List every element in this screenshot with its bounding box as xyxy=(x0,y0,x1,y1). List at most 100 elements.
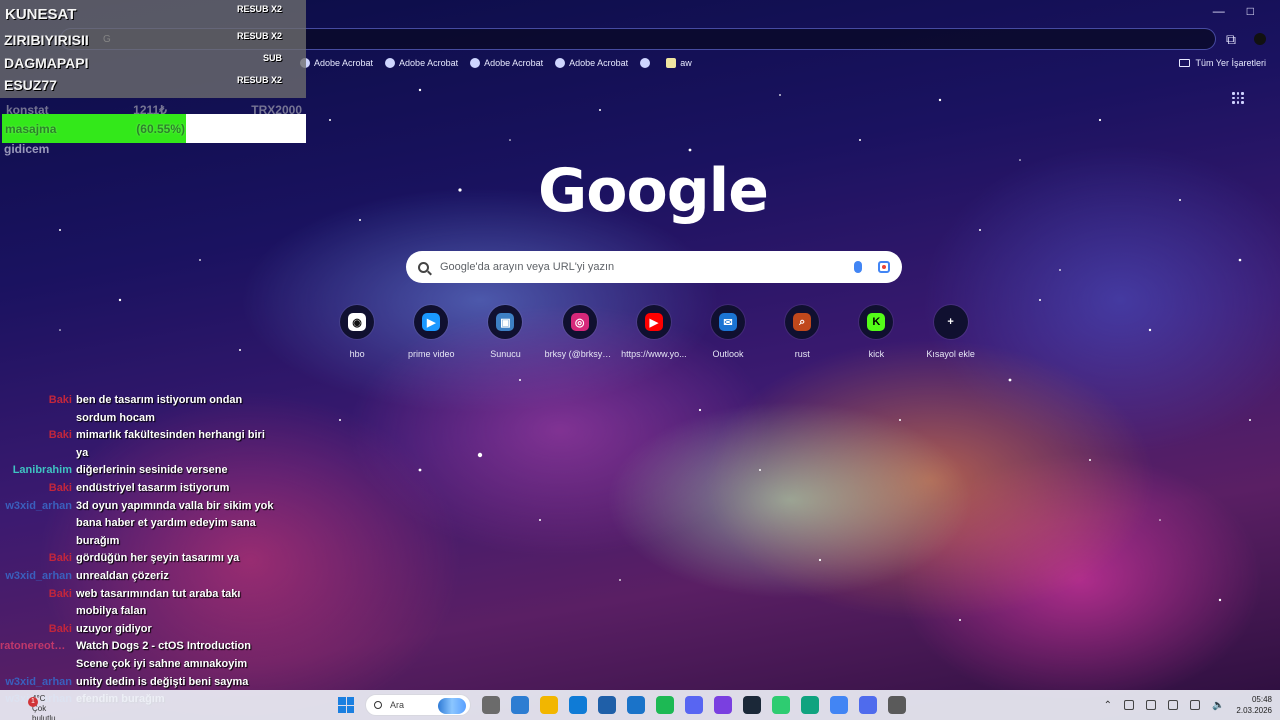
sub-alert-row: ZIRIBIYIRISII RESUB X2 xyxy=(0,30,296,50)
chat-message: w3xid_arhan 3d oyun yapımında valla bir s… xyxy=(0,498,280,551)
chat-message: Lanibrahim diğerlerinin sesinide versene xyxy=(0,462,280,480)
plus-icon: + xyxy=(941,313,960,331)
shortcut-tile[interactable]: + Kısayol ekle xyxy=(914,305,988,359)
window-controls: — □ xyxy=(1213,0,1280,22)
globe-icon xyxy=(555,58,566,68)
bookmark-label: Adobe Acrobat xyxy=(399,58,459,68)
shortcut-tile[interactable]: ⌕ rust xyxy=(765,305,839,359)
taskbar-app-icon[interactable] xyxy=(656,696,674,714)
globe-icon xyxy=(640,58,651,68)
all-bookmarks[interactable]: Tüm Yer İşaretleri xyxy=(1179,54,1266,72)
taskbar: 1 4°C Çok bulutlu Ara ⌃ 🔈 05:48 2.03.202… xyxy=(0,690,1280,720)
google-search-box[interactable] xyxy=(406,251,902,283)
start-icon[interactable] xyxy=(338,697,354,713)
folder-icon xyxy=(1179,59,1191,67)
taskbar-apps: Ara xyxy=(338,693,906,717)
search-icon xyxy=(374,701,382,709)
notification-badge: 1 xyxy=(28,697,38,707)
voice-search-icon[interactable] xyxy=(854,261,862,273)
bookmark-item[interactable]: Adobe Acrobat xyxy=(385,58,458,68)
extensions-icon[interactable]: ⧉ xyxy=(1216,31,1246,48)
profile-avatar[interactable] xyxy=(1254,33,1266,45)
bookmark-item[interactable]: Adobe Acrobat xyxy=(555,58,628,68)
chevron-up-icon[interactable]: ⌃ xyxy=(1104,700,1112,711)
globe-icon xyxy=(385,58,396,68)
bookmark-item[interactable] xyxy=(640,58,654,68)
maximize-icon[interactable]: □ xyxy=(1247,4,1254,18)
taskbar-app-icon[interactable] xyxy=(685,696,703,714)
google-apps-icon[interactable] xyxy=(1232,92,1244,104)
taskbar-search[interactable]: Ara xyxy=(365,694,471,716)
google-search-input[interactable] xyxy=(440,261,854,273)
shortcut-label: brksy (@brksym... xyxy=(544,349,615,359)
taskbar-app-icon[interactable] xyxy=(859,696,877,714)
stream-chat: Baki ben de tasarım istiyorum ondan sordu… xyxy=(0,392,280,709)
shortcut-label: rust xyxy=(794,349,810,359)
taskbar-app-icon[interactable] xyxy=(772,696,790,714)
wifi-icon[interactable] xyxy=(1189,700,1200,710)
chat-text: Watch Dogs 2 - ctOS Introduction Scene ç… xyxy=(76,640,251,670)
goal-percent: (60.55%) xyxy=(136,122,185,136)
volume-icon[interactable]: 🔈 xyxy=(1212,700,1224,711)
weather-desc: Çok bulutlu xyxy=(32,704,56,720)
shortcut-tile[interactable]: ◉ hbo xyxy=(320,305,394,359)
chat-text: 3d oyun yapımında valla bir sikim yok ba… xyxy=(76,499,274,547)
shortcut-favicon-icon: K xyxy=(867,313,886,331)
chat-message: Baki endüstriyel tasarım istiyorum xyxy=(0,480,280,498)
taskbar-app-icon[interactable] xyxy=(569,696,587,714)
all-bookmarks-label: Tüm Yer İşaretleri xyxy=(1195,58,1266,68)
shortcut-favicon-icon: ▶ xyxy=(644,313,663,331)
taskbar-app-icon[interactable] xyxy=(540,696,558,714)
shortcut-circle: ⌕ xyxy=(785,305,820,339)
clock[interactable]: 05:48 2.03.2026 xyxy=(1236,694,1272,716)
minimize-icon[interactable]: — xyxy=(1213,4,1225,18)
shortcut-circle: ▶ xyxy=(414,305,449,339)
chat-text: diğerlerinin sesinide versene xyxy=(76,464,228,477)
display-icon[interactable] xyxy=(1167,700,1178,710)
taskbar-app-icon[interactable] xyxy=(830,696,848,714)
taskbar-app-icon[interactable] xyxy=(888,696,906,714)
chat-message: Baki gördüğün her şeyin tasarımı ya xyxy=(0,550,280,568)
taskbar-app-icon[interactable] xyxy=(743,696,761,714)
taskbar-app-icon[interactable] xyxy=(482,696,500,714)
chat-username: Baki xyxy=(48,429,72,442)
chat-username: w3xid_arhan xyxy=(5,499,72,512)
bookmark-item[interactable]: Adobe Acrobat xyxy=(470,58,543,68)
chat-username: Baki xyxy=(48,622,72,635)
shortcut-favicon-icon: ◉ xyxy=(348,313,367,331)
shortcut-label: hbo xyxy=(349,349,365,359)
taskbar-app-icon[interactable] xyxy=(714,696,732,714)
bookmark-label: Adobe Acrobat xyxy=(314,58,374,68)
taskbar-app-icon[interactable] xyxy=(627,696,645,714)
weather-widget[interactable]: 1 4°C Çok bulutlu xyxy=(8,694,68,720)
chat-username: ratonereotur... xyxy=(0,640,74,653)
taskbar-app-icon[interactable] xyxy=(598,696,616,714)
shortcut-tile[interactable]: ▶ prime video xyxy=(394,305,468,359)
shortcut-label: Sunucu xyxy=(490,349,521,359)
bookmark-item[interactable]: Adobe Acrobat xyxy=(300,58,373,68)
shortcut-tile[interactable]: Kkick xyxy=(839,305,913,359)
sub-alert-name: KUNESAT xyxy=(5,5,77,23)
chat-text: mimarlık fakültesinden herhangi biri ya xyxy=(76,429,265,459)
shortcut-favicon-icon: ◎ xyxy=(570,313,589,331)
shortcut-tile[interactable]: ▶ https://www.yo... xyxy=(617,305,691,359)
sub-alert-row: KUNESAT RESUB X2 xyxy=(0,4,296,24)
taskbar-app-icon[interactable] xyxy=(801,696,819,714)
taskbar-app-icon[interactable] xyxy=(511,696,529,714)
shortcut-tiles: ◉ hbo ▶ prime video ▣ Sunucu ◎ brksy (@brksym..… xyxy=(320,305,988,359)
shortcut-label: https://www.yo... xyxy=(621,349,687,359)
bookmark-label: Adobe Acrobat xyxy=(569,58,629,68)
search-icon xyxy=(418,261,429,273)
network-icon[interactable] xyxy=(1123,700,1134,710)
shortcut-circle: ◉ xyxy=(340,305,375,339)
shortcut-circle: ▶ xyxy=(636,305,671,339)
chat-message: Baki web tasarımından tut araba takı mobi… xyxy=(0,586,280,621)
bookmark-item[interactable]: aw xyxy=(666,58,692,68)
lens-icon[interactable] xyxy=(878,261,890,273)
chat-text: web tasarımından tut araba takı mobilya … xyxy=(76,587,241,618)
shortcut-tile[interactable]: ▣ Sunucu xyxy=(468,305,542,359)
shortcut-label: Outlook xyxy=(712,349,744,359)
shortcut-tile[interactable]: ◎ brksy (@brksym... xyxy=(543,305,617,359)
shortcut-tile[interactable]: ✉ Outlook xyxy=(691,305,765,359)
microphone-icon[interactable] xyxy=(1145,700,1156,710)
